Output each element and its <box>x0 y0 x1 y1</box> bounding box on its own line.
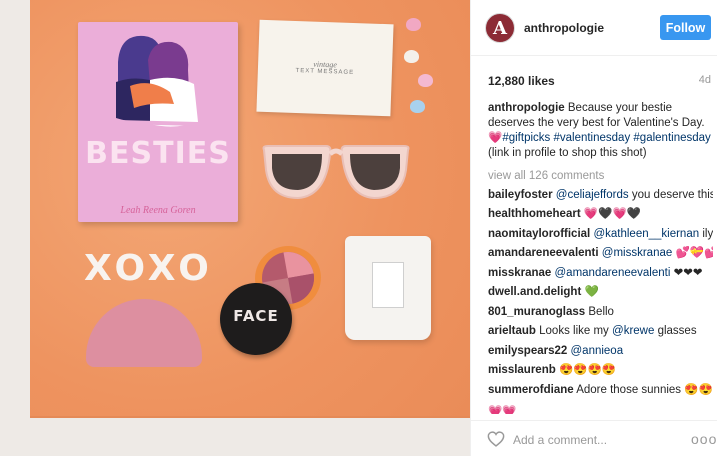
caption-emoji: 💗 <box>488 132 503 144</box>
candy-heart <box>410 100 425 113</box>
comment-username[interactable]: amandareneevalenti <box>488 247 599 259</box>
candy-heart <box>404 50 419 63</box>
comment: healthhomeheart 💗🖤💗🖤 <box>488 207 713 222</box>
post-sidebar: A anthropologie Follow 12,880 likes 4d a… <box>470 0 717 456</box>
comment: 801_muranoglass Bello <box>488 305 713 320</box>
comment-mention[interactable]: @amandareneevalenti <box>555 267 671 279</box>
card-text: vintage TEXT MESSAGE <box>258 58 392 78</box>
card-line-2: TEXT MESSAGE <box>295 67 355 77</box>
likes-row: 12,880 likes 4d <box>488 74 711 88</box>
more-options-icon[interactable]: ooo <box>691 431 717 447</box>
comment-username[interactable]: summerofdiane <box>488 384 574 396</box>
caption: anthropologie Because your bestie deserv… <box>488 101 713 161</box>
comment-bar: Add a comment... ooo <box>471 420 717 456</box>
compact-brand: FACE <box>233 307 279 325</box>
comment: emilyspears22 @annieoa <box>488 344 713 359</box>
comment: misskranae @amandareneevalenti ❤❤❤ <box>488 266 713 281</box>
comment-mention[interactable]: @krewe <box>612 325 654 337</box>
candy-heart <box>406 18 421 31</box>
comment-mention[interactable]: @misskranae <box>602 247 672 259</box>
instagram-post: BESTIES Leah Reena Goren vintage TEXT ME… <box>0 0 717 456</box>
hashtag-link[interactable]: #giftpicks <box>502 132 550 144</box>
comment-text: 💕💝💕 <box>675 247 713 259</box>
comment-text: Bello <box>588 305 614 318</box>
comment-username[interactable]: misskranae <box>488 267 551 279</box>
likes-count[interactable]: 12,880 likes <box>488 74 555 88</box>
comment-username[interactable]: naomitaylorofficial <box>488 228 590 240</box>
comment: amandareneevalenti @misskranae 💕💝💕 <box>488 246 713 261</box>
heart-icon[interactable] <box>487 431 505 447</box>
comment-username[interactable]: emilyspears22 <box>488 345 567 357</box>
add-comment-input[interactable]: Add a comment... <box>513 433 607 447</box>
candle-label <box>372 262 404 308</box>
comment-username[interactable]: healthhomeheart <box>488 208 581 220</box>
sunglasses <box>262 145 410 200</box>
truncated-comment: 💗💗 <box>488 406 517 414</box>
book-author: Leah Reena Goren <box>120 205 196 216</box>
comment-text: Adore those sunnies 😍😍 <box>576 383 713 396</box>
comments-list: anthropologie Because your bestie deserv… <box>488 101 713 398</box>
view-all-comments-link[interactable]: view all 126 comments <box>488 169 713 183</box>
post-time[interactable]: 4d <box>699 74 711 86</box>
comment-text: glasses <box>657 325 697 337</box>
xoxo-text: XOXO <box>84 248 213 286</box>
comment-username[interactable]: 801_muranoglass <box>488 306 585 318</box>
comment-username[interactable]: dwell.and.delight <box>488 286 581 298</box>
candy-heart <box>418 74 433 87</box>
hashtag-link[interactable]: #valentinesday <box>553 132 630 144</box>
comment-text: ❤❤❤ <box>673 266 703 279</box>
comment-mention[interactable]: @kathleen__kiernan <box>593 228 699 240</box>
comment: summerofdiane Adore those sunnies 😍😍 <box>488 383 713 398</box>
comment-text: 💗🖤💗🖤 <box>583 208 642 220</box>
comment: arieltaub Looks like my @krewe glasses <box>488 324 713 339</box>
face-compact: FACE <box>220 283 292 355</box>
comment-mention[interactable]: @celiajeffords <box>556 189 629 201</box>
xoxo-cookies: XOXO <box>84 248 213 286</box>
comment-username[interactable]: baileyfoster <box>488 189 553 201</box>
comment-text: ily <box>702 227 713 240</box>
comment-text: you deserve this <box>631 188 713 201</box>
username-link[interactable]: anthropologie <box>524 21 604 35</box>
post-header: A anthropologie Follow <box>471 0 717 56</box>
comment: misslaurenb 😍😍😍😍 <box>488 363 713 378</box>
comment-username[interactable]: arieltaub <box>488 325 536 337</box>
caption-username[interactable]: anthropologie <box>488 102 565 114</box>
post-photo[interactable]: BESTIES Leah Reena Goren vintage TEXT ME… <box>0 0 470 456</box>
hashtag-link[interactable]: #galentinesday <box>633 132 710 144</box>
follow-button[interactable]: Follow <box>660 15 711 40</box>
comment: baileyfoster @celiajeffords you deserve … <box>488 188 713 203</box>
caption-suffix: (link in profile to shop this shot) <box>488 147 647 159</box>
comment-text: 😍😍😍😍 <box>558 364 617 376</box>
comment-username[interactable]: misslaurenb <box>488 364 556 376</box>
comment-text: 💚 <box>584 286 599 298</box>
besties-book: BESTIES Leah Reena Goren <box>78 22 238 222</box>
book-title: BESTIES <box>85 136 231 171</box>
comment-mention[interactable]: @annieoa <box>571 345 624 357</box>
comment: dwell.and.delight 💚 <box>488 285 713 300</box>
candle-jar <box>345 236 431 340</box>
book-illustration <box>116 35 198 127</box>
comment-text: Looks like my <box>539 325 609 337</box>
vintage-card: vintage TEXT MESSAGE <box>256 19 394 117</box>
comment: naomitaylorofficial @kathleen__kiernan i… <box>488 227 713 242</box>
avatar[interactable]: A <box>485 13 515 43</box>
